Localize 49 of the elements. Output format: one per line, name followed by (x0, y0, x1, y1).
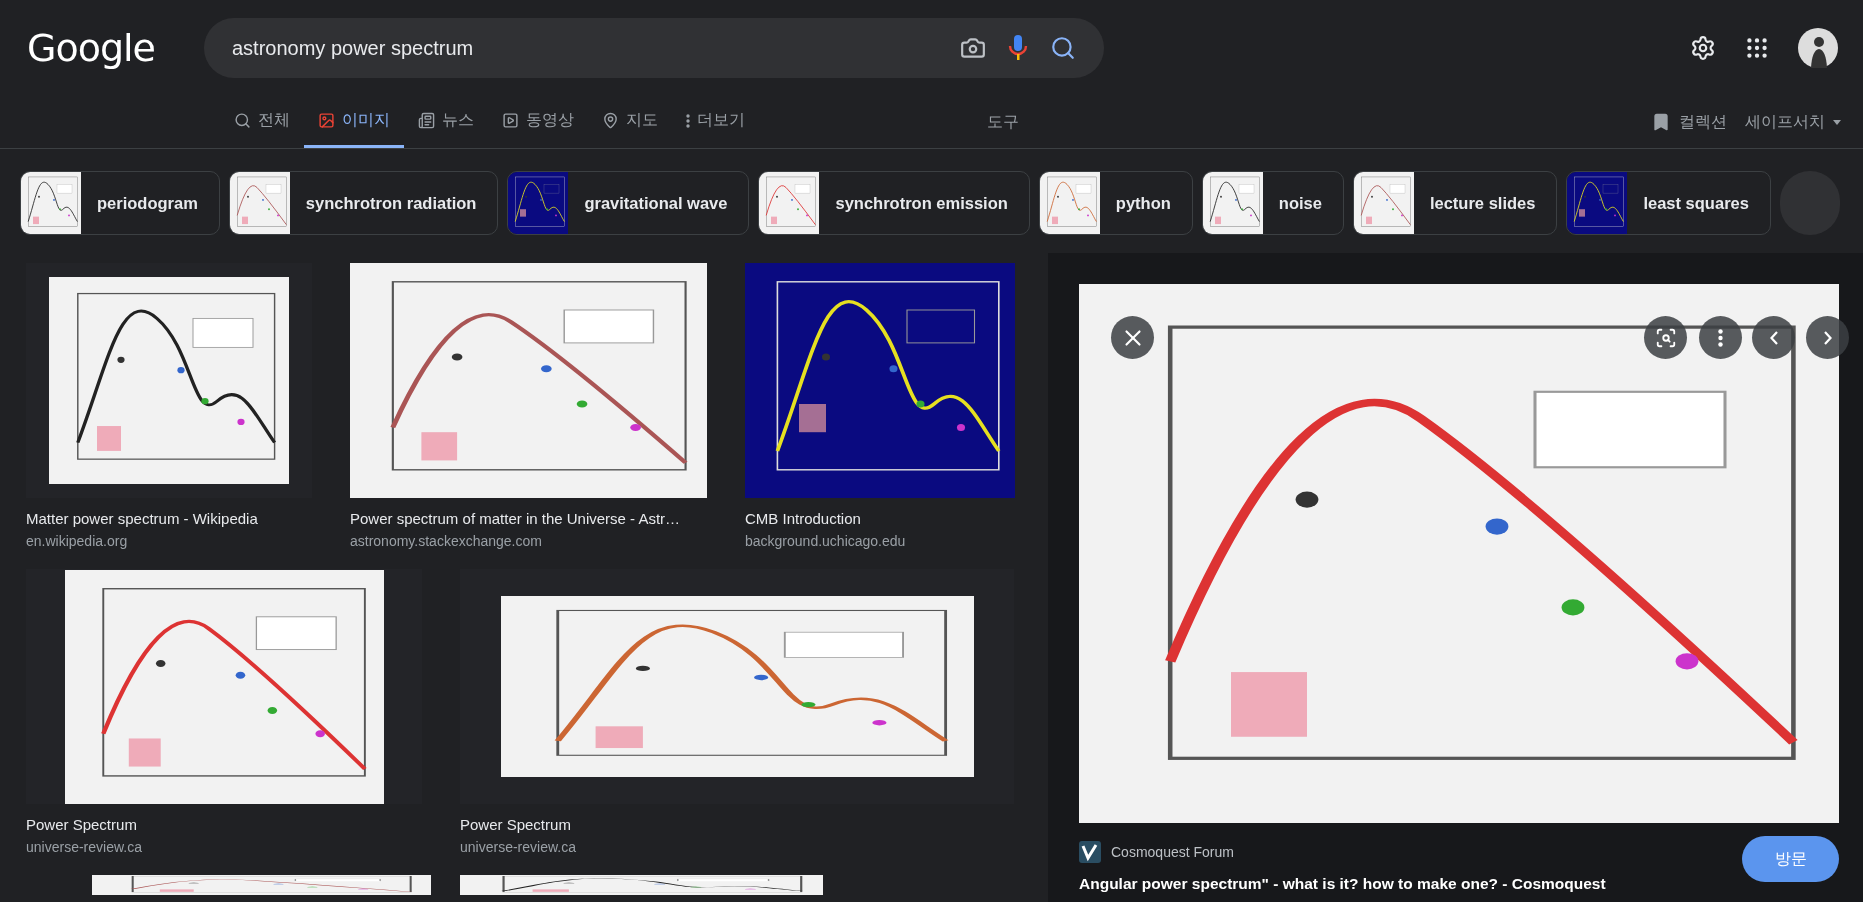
search-tab[interactable]: 지도 (588, 96, 672, 148)
map-pin-icon (602, 112, 619, 129)
tools-tab[interactable]: 도구 (987, 96, 1019, 148)
result-source: universe-review.ca (460, 839, 577, 855)
result-title[interactable]: Power Spectrum (26, 816, 422, 833)
play-icon (502, 112, 519, 129)
image-icon (318, 112, 335, 129)
result-title[interactable]: Power spectrum of matter in the Universe - Astr… (350, 510, 707, 527)
bookmark-icon (1651, 112, 1671, 132)
search-tab[interactable]: 더보기 (672, 96, 759, 148)
suggestion-chip[interactable]: noise (1201, 171, 1344, 235)
google-logo: Google (27, 26, 156, 70)
source-name: Cosmoquest Forum (1111, 844, 1234, 860)
newspaper-icon (418, 112, 435, 129)
more-icon (1718, 328, 1723, 347)
result-title[interactable]: CMB Introduction (745, 510, 1015, 527)
search-tab[interactable]: 이미지 (304, 96, 404, 148)
suggestion-chip[interactable]: least squares (1566, 171, 1771, 235)
suggestion-chip[interactable]: periodogram (20, 171, 220, 235)
settings-icon[interactable] (1690, 35, 1716, 61)
search-tab[interactable]: 전체 (220, 96, 304, 148)
camera-icon[interactable] (960, 35, 986, 61)
search-icon (234, 112, 251, 129)
collections-link[interactable]: 컬렉션 (1651, 111, 1727, 133)
safesearch-dropdown[interactable]: 세이프서치 (1745, 111, 1841, 133)
suggestion-chip[interactable]: lecture slides (1352, 171, 1558, 235)
search-icon[interactable] (1050, 35, 1076, 61)
apps-icon[interactable] (1744, 35, 1770, 61)
avatar[interactable] (1798, 28, 1838, 68)
search-tab[interactable]: 뉴스 (404, 96, 488, 148)
search-tab[interactable]: 동영상 (488, 96, 588, 148)
more-icon (686, 113, 690, 128)
search-field[interactable]: astronomy power spectrum (204, 18, 1104, 78)
result-source: en.wikipedia.org (26, 533, 129, 549)
suggestion-chip[interactable]: gravitational wave (507, 171, 750, 235)
caret-icon (1833, 119, 1841, 125)
lens-icon (1654, 326, 1677, 349)
suggestion-chip[interactable]: synchrotron radiation (228, 171, 499, 235)
result-source: astronomy.stackexchange.com (350, 533, 543, 549)
result-title[interactable]: Matter power spectrum - Wikipedia (26, 510, 312, 527)
microphone-icon[interactable] (1008, 34, 1028, 62)
result-source: universe-review.ca (26, 839, 143, 855)
suggestion-chip[interactable]: python (1038, 171, 1193, 235)
chevron-right-icon (1823, 330, 1832, 345)
result-source: background.uchicago.edu (745, 533, 907, 549)
suggestion-chip[interactable]: synchrotron emission (758, 171, 1030, 235)
result-title[interactable]: Power Spectrum (460, 816, 1014, 833)
chevron-left-icon (1769, 330, 1778, 345)
site-logo-icon (1079, 841, 1101, 863)
